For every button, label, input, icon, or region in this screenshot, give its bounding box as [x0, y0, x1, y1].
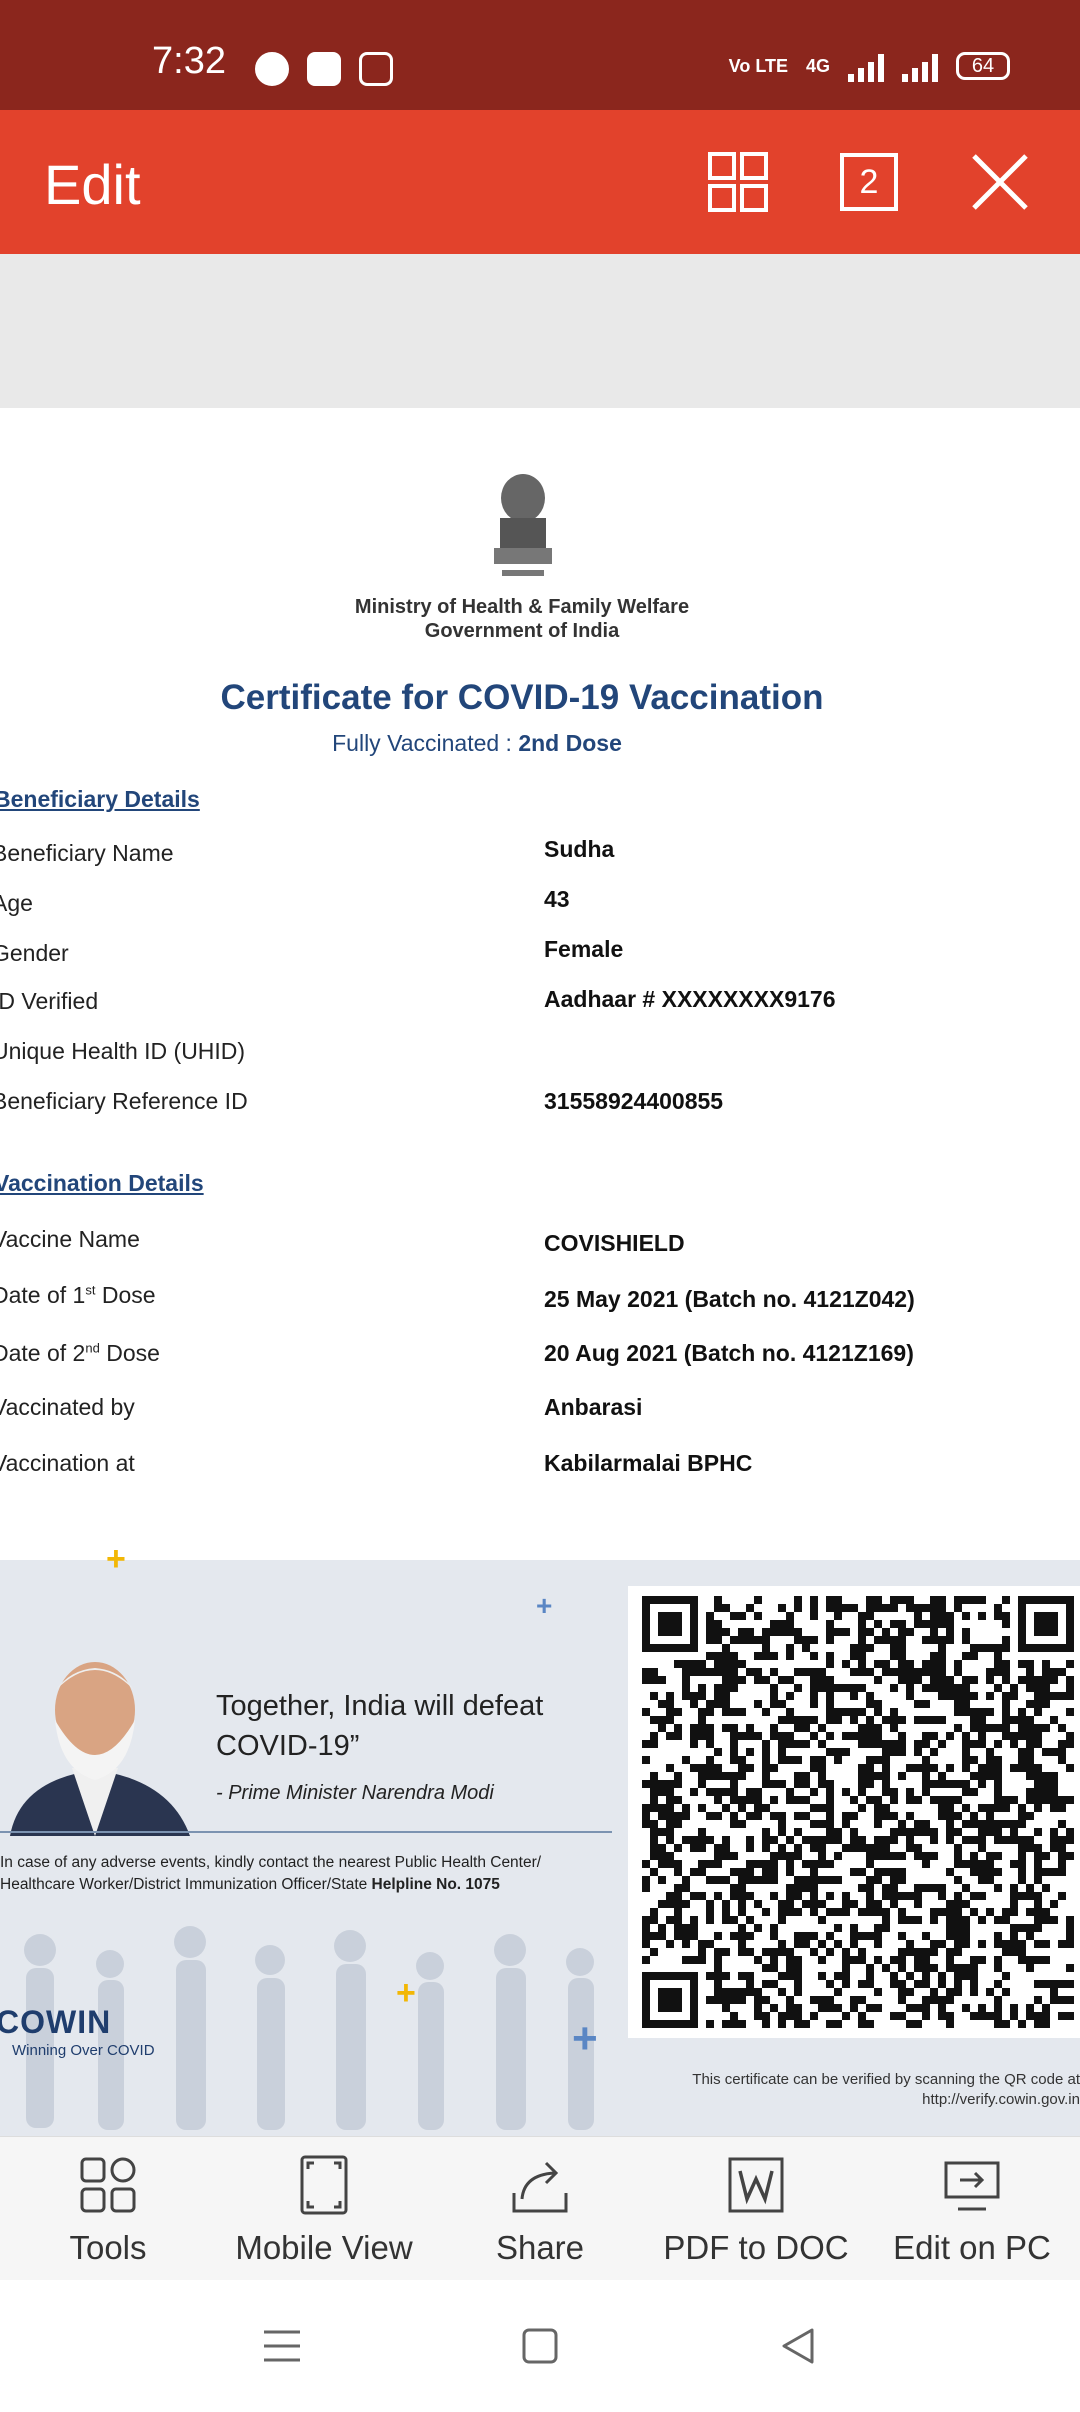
- national-emblem-icon: [494, 474, 552, 576]
- quote-attribution: - Prime Minister Narendra Modi: [216, 1782, 494, 1804]
- id-verified-label: ID Verified: [0, 988, 99, 1014]
- system-nav-bar: [0, 2280, 1080, 2412]
- editor-header: Edit 2: [0, 110, 1080, 254]
- qr-finder-center: [658, 1988, 682, 2012]
- grid-view-icon[interactable]: [706, 150, 770, 214]
- beneficiary-heading: Beneficiary Details: [0, 786, 200, 812]
- close-icon[interactable]: [968, 150, 1032, 214]
- vaccine-name-value: COVISHIELD: [544, 1230, 685, 1256]
- word-doc-icon: [728, 2157, 784, 2213]
- tools-button[interactable]: Tools: [0, 2137, 216, 2281]
- ministry-name: Ministry of Health & Family Welfare: [354, 596, 690, 618]
- plus-decoration-icon: +: [572, 2014, 598, 2063]
- cowin-logo: COWIN: [0, 2004, 112, 2040]
- pdf-to-doc-button[interactable]: PDF to DOC: [648, 2137, 864, 2281]
- mobile-view-label: Mobile View: [235, 2229, 413, 2266]
- government-name: Government of India: [424, 620, 620, 642]
- quote-text: Together, India will defeat COVID-19”: [216, 1690, 544, 1762]
- gender-label: Gender: [0, 940, 69, 966]
- plus-decoration-icon: +: [106, 1540, 126, 1578]
- adverse-events-notice: In case of any adverse events, kindly co…: [0, 1852, 600, 1896]
- back-icon[interactable]: [776, 2324, 820, 2368]
- status-bar: 7:32 Vo LTE 4G 64: [0, 0, 1080, 110]
- beneficiary-name-value: Sudha: [544, 836, 615, 862]
- vaccination-heading: Vaccination Details: [0, 1170, 204, 1196]
- menu-icon[interactable]: [260, 2324, 304, 2368]
- app-notification-icon: [255, 52, 289, 86]
- bottom-toolbar: Tools Mobile View Share PDF to DOC Edit …: [0, 2136, 1080, 2281]
- banner-divider: [0, 1831, 612, 1833]
- vaccinated-by-label: Vaccinated by: [0, 1394, 135, 1420]
- vaccinated-by-value: Anbarasi: [544, 1394, 643, 1420]
- signal-icon-2: [902, 50, 938, 82]
- prime-minister-portrait: [0, 1640, 200, 1836]
- document-margin: [0, 254, 1080, 408]
- share-label: Share: [495, 2229, 585, 2266]
- network-type: 4G: [805, 55, 830, 76]
- home-icon[interactable]: [518, 2324, 562, 2368]
- dose1-label: Date of 1st Dose: [0, 1282, 156, 1308]
- mobile-view-button[interactable]: Mobile View: [216, 2137, 432, 2281]
- notification-icons: [255, 52, 393, 86]
- subtitle-prefix: Fully Vaccinated :: [332, 730, 519, 756]
- verify-url: http://verify.cowin.gov.in: [922, 2091, 1080, 2108]
- qr-code: [642, 1596, 1074, 2028]
- verify-notice: This certificate can be verified by scan…: [640, 2070, 1080, 2110]
- uhid-label: Unique Health ID (UHID): [0, 1038, 246, 1064]
- page-count-button[interactable]: 2: [840, 153, 898, 211]
- id-verified-value: Aadhaar # XXXXXXXX9176: [544, 986, 836, 1012]
- certificate-title: Certificate for COVID-19 Vaccination: [220, 678, 824, 717]
- status-indicators: Vo LTE 4G 64: [729, 50, 1010, 82]
- beneficiary-name-label: Beneficiary Name: [0, 840, 174, 866]
- pdf-to-doc-label: PDF to DOC: [663, 2229, 849, 2266]
- dose-status: 2nd Dose: [518, 730, 622, 756]
- page-title: Edit: [44, 153, 141, 216]
- share-button[interactable]: Share: [432, 2137, 648, 2281]
- reference-id-value: 31558924400855: [544, 1088, 724, 1114]
- edit-on-pc-button[interactable]: Edit on PC: [864, 2137, 1080, 2281]
- dose1-value: 25 May 2021 (Batch no. 4121Z042): [544, 1286, 915, 1312]
- dose2-label: Date of 2nd Dose: [0, 1340, 160, 1366]
- status-time: 7:32: [152, 40, 226, 82]
- plus-decoration-icon: +: [396, 1974, 416, 2012]
- vaccination-at-value: Kabilarmalai BPHC: [544, 1450, 753, 1476]
- cowin-tagline: Winning Over COVID: [12, 2042, 155, 2059]
- plus-decoration-icon: +: [536, 1590, 553, 1621]
- dose2-value: 20 Aug 2021 (Batch no. 4121Z169): [544, 1340, 914, 1366]
- vaccination-at-label: Vaccination at: [0, 1450, 135, 1476]
- instagram-icon: [359, 52, 393, 86]
- tools-grid-icon: [80, 2157, 136, 2213]
- vaccine-name-label: Vaccine Name: [0, 1226, 140, 1252]
- qr-finder-center: [1034, 1612, 1058, 1636]
- gender-value: Female: [544, 936, 624, 962]
- certificate-subtitle: Fully Vaccinated : 2nd Dose: [0, 730, 954, 757]
- calendar-notification-icon: [307, 52, 341, 86]
- age-label: Age: [0, 890, 33, 916]
- signal-icon: [848, 50, 884, 82]
- volte-label: Vo LTE: [728, 55, 788, 76]
- adverse-line-2: Healthcare Worker/District Immunization …: [0, 1876, 500, 1893]
- reference-id-label: Beneficiary Reference ID: [0, 1088, 248, 1114]
- qr-finder-center: [658, 1612, 682, 1636]
- desktop-icon: [944, 2161, 1000, 2211]
- battery-icon: 64: [956, 52, 1010, 80]
- adverse-line-1: In case of any adverse events, kindly co…: [0, 1854, 542, 1871]
- age-value: 43: [544, 886, 570, 912]
- edit-on-pc-label: Edit on PC: [893, 2229, 1051, 2266]
- tools-label: Tools: [69, 2229, 147, 2266]
- share-icon: [512, 2161, 568, 2213]
- verify-line-1: This certificate can be verified by scan…: [692, 2071, 1080, 2088]
- mobile-view-icon: [300, 2155, 348, 2215]
